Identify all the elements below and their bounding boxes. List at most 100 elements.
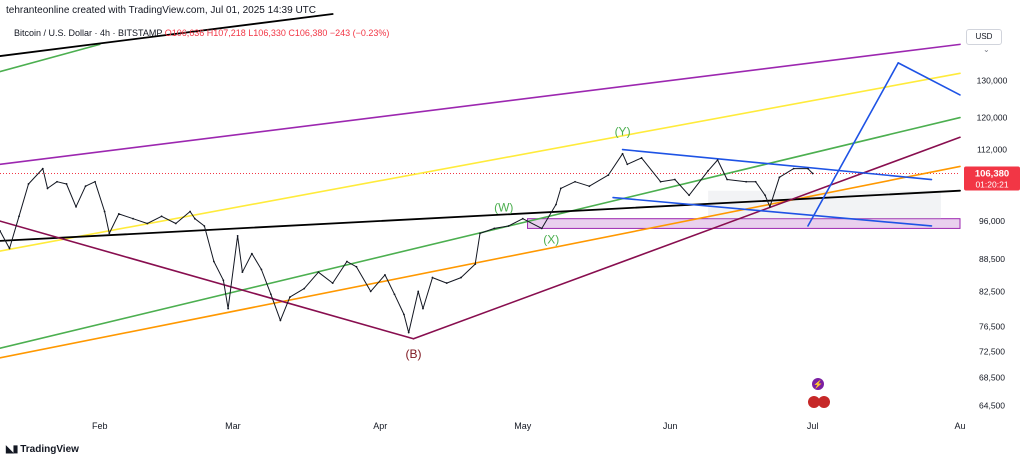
currency-selector[interactable]: USD bbox=[966, 29, 1002, 45]
price-point bbox=[716, 159, 719, 161]
tradingview-logo[interactable]: ◣▮ TradingView bbox=[6, 444, 79, 455]
price-point bbox=[46, 187, 49, 190]
x-tick-label: Jun bbox=[663, 421, 678, 431]
price-line bbox=[0, 153, 814, 334]
price-point bbox=[212, 260, 215, 263]
price-point bbox=[27, 183, 30, 185]
price-point bbox=[317, 271, 320, 274]
x-tick-label: Au bbox=[954, 421, 965, 431]
maroon-up-line[interactable] bbox=[412, 136, 961, 340]
x-tick-label: May bbox=[514, 421, 532, 431]
event-icons: ⚡ bbox=[808, 378, 830, 408]
blue-projection-down[interactable] bbox=[897, 62, 961, 96]
price-point bbox=[769, 205, 771, 208]
wave-label: (X) bbox=[543, 232, 559, 246]
price-chart[interactable]: (Y) (W) (X) (B) 64,500 68,500 72,500 76,500 82,… bbox=[0, 0, 1024, 463]
price-point bbox=[303, 287, 306, 290]
price-point bbox=[346, 260, 348, 263]
flag-icon[interactable] bbox=[818, 396, 830, 408]
y-tick-label: 88,500 bbox=[979, 254, 1005, 264]
price-point bbox=[84, 185, 87, 188]
price-point bbox=[445, 282, 448, 284]
price-point bbox=[607, 174, 610, 177]
trendlines-layer bbox=[0, 13, 961, 359]
current-price-label: 106,380 bbox=[975, 168, 1009, 179]
price-point bbox=[460, 276, 462, 279]
price-point bbox=[289, 296, 291, 298]
y-tick-label: 72,500 bbox=[979, 346, 1005, 356]
price-point bbox=[279, 319, 282, 322]
price-point bbox=[393, 293, 396, 296]
price-point bbox=[222, 279, 225, 282]
price-point bbox=[18, 215, 20, 218]
price-point bbox=[559, 187, 562, 190]
y-tick-label: 96,000 bbox=[979, 216, 1005, 226]
y-tick-label: 130,000 bbox=[977, 75, 1008, 85]
tradingview-logo-icon: ◣▮ bbox=[6, 444, 18, 455]
ohlc-values: O106,636 H107,218 L106,330 C106,380 −243… bbox=[164, 28, 390, 38]
price-point bbox=[521, 217, 524, 220]
price-point bbox=[792, 167, 795, 170]
price-point bbox=[236, 234, 239, 237]
price-point bbox=[108, 232, 111, 235]
price-point bbox=[189, 210, 191, 213]
chevron-down-icon[interactable]: ⌄ bbox=[983, 45, 990, 54]
price-point bbox=[422, 307, 424, 310]
price-point bbox=[369, 290, 372, 293]
price-point bbox=[707, 169, 710, 172]
price-point bbox=[540, 227, 543, 230]
x-tick-label: Feb bbox=[92, 421, 108, 431]
price-point bbox=[807, 167, 809, 170]
price-point bbox=[355, 265, 358, 268]
price-point bbox=[588, 185, 591, 188]
price-point bbox=[626, 163, 629, 166]
price-point bbox=[778, 176, 781, 179]
price-point bbox=[241, 271, 244, 274]
price-point bbox=[764, 194, 767, 197]
price-point bbox=[203, 225, 206, 227]
price-point bbox=[146, 222, 149, 225]
bar-countdown: 01:20:21 bbox=[975, 179, 1008, 189]
purple-channel-line[interactable] bbox=[0, 43, 961, 166]
wave-label: (Y) bbox=[615, 124, 631, 138]
x-tick-label: Apr bbox=[373, 421, 387, 431]
x-tick-label: Mar bbox=[225, 421, 241, 431]
price-point bbox=[331, 282, 334, 284]
y-tick-label: 64,500 bbox=[979, 401, 1005, 411]
price-axis: 64,500 68,500 72,500 76,500 82,500 88,500 96,0… bbox=[964, 75, 1020, 411]
price-point bbox=[174, 222, 177, 225]
y-tick-label: 76,500 bbox=[979, 321, 1005, 331]
y-tick-label: 82,500 bbox=[979, 286, 1005, 296]
price-point bbox=[479, 232, 481, 235]
price-point bbox=[621, 152, 624, 155]
green-top-channel-line[interactable] bbox=[0, 43, 101, 73]
price-point bbox=[754, 180, 757, 183]
y-tick-label: 68,500 bbox=[979, 373, 1005, 383]
price-point bbox=[160, 215, 163, 218]
y-tick-label: 120,000 bbox=[977, 113, 1008, 123]
price-point bbox=[417, 290, 420, 293]
price-point bbox=[103, 210, 106, 213]
price-series-layer bbox=[0, 152, 814, 334]
price-point bbox=[269, 293, 272, 296]
price-point bbox=[94, 180, 96, 183]
price-point bbox=[673, 178, 676, 181]
price-point bbox=[65, 183, 68, 185]
price-point bbox=[117, 213, 120, 215]
price-point bbox=[431, 276, 434, 279]
price-point bbox=[384, 273, 386, 276]
price-point bbox=[745, 180, 748, 183]
symbol-info: Bitcoin / U.S. Dollar · 4h · BITSTAMP O1… bbox=[14, 28, 389, 38]
wave-label: (W) bbox=[494, 201, 513, 215]
symbol-name: Bitcoin / U.S. Dollar · 4h · BITSTAMP bbox=[14, 28, 163, 38]
lightning-icon: ⚡ bbox=[813, 379, 823, 389]
footer-brand: TradingView bbox=[20, 444, 79, 455]
price-point bbox=[726, 178, 729, 181]
price-point bbox=[574, 180, 576, 183]
price-point bbox=[659, 180, 662, 183]
price-point bbox=[227, 307, 230, 310]
price-point bbox=[507, 225, 510, 227]
maroon-down-line[interactable] bbox=[0, 220, 415, 340]
price-point bbox=[56, 180, 58, 183]
price-point bbox=[555, 203, 557, 206]
